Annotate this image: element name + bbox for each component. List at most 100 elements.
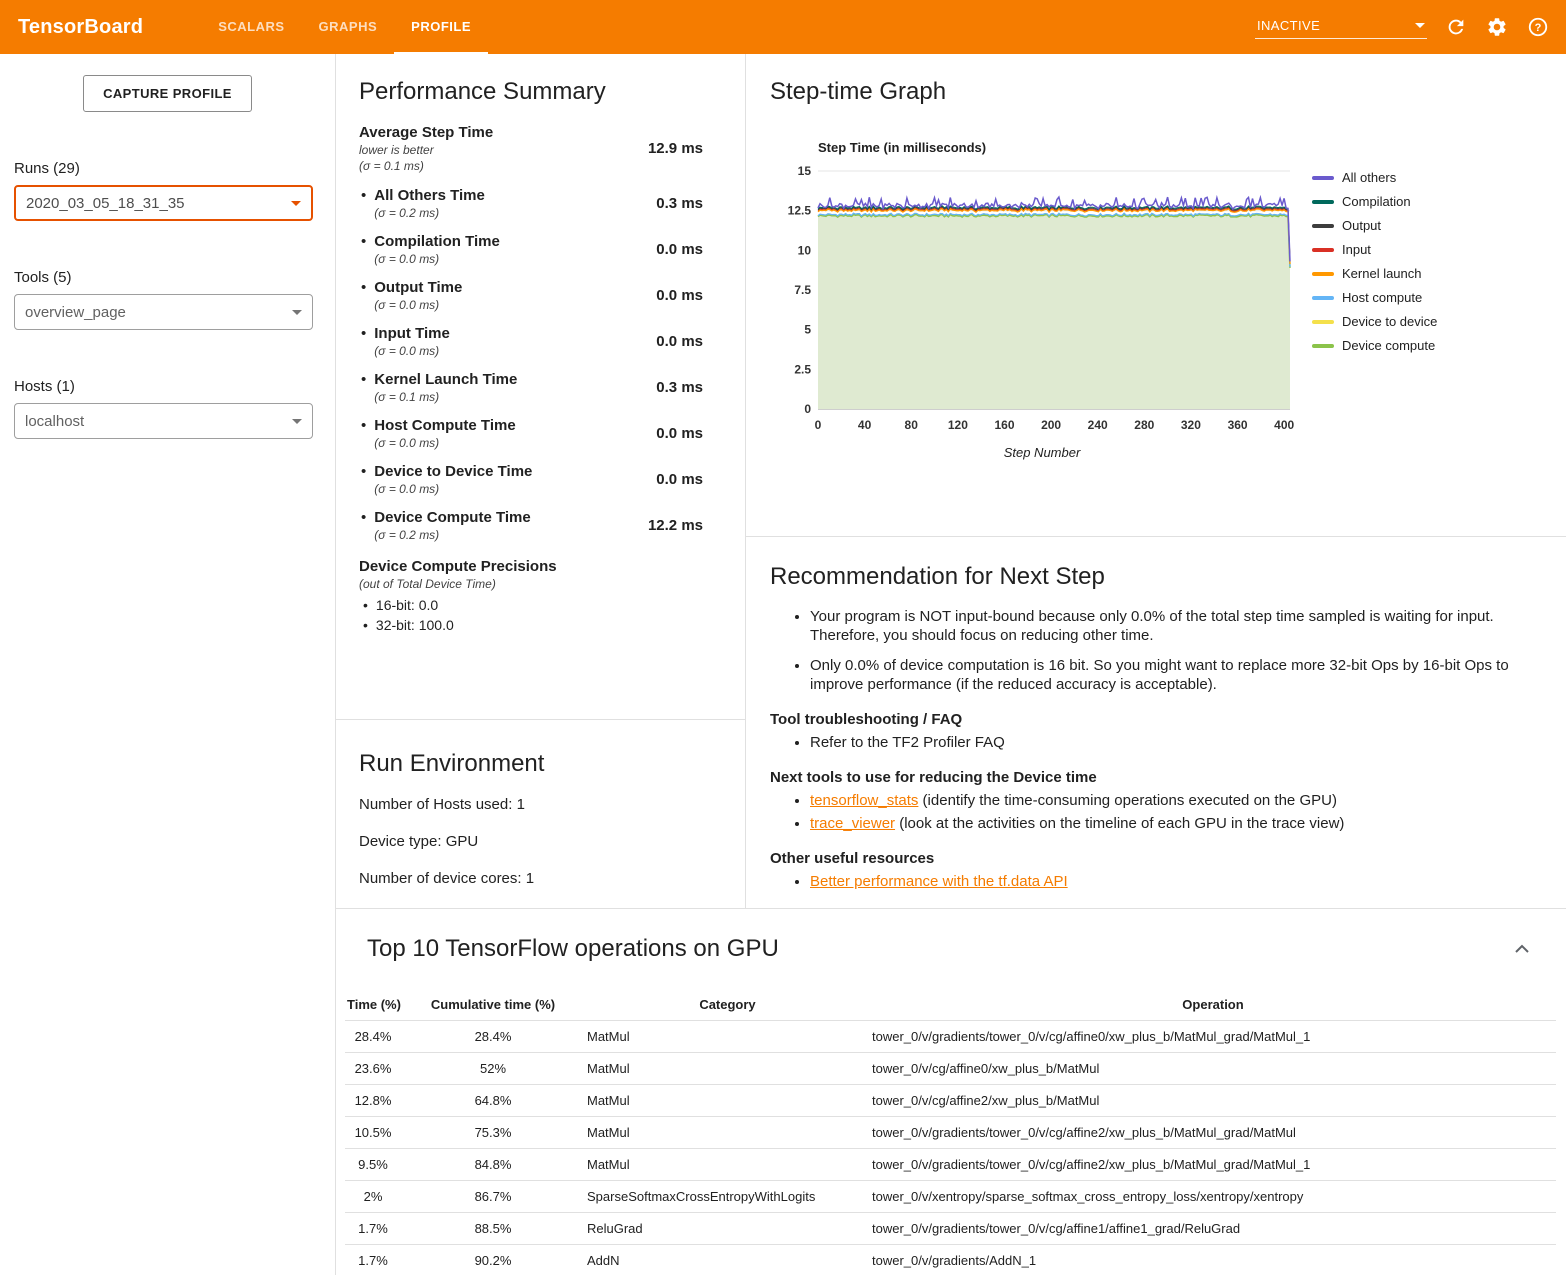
time-cell: 1.7% [345, 1213, 401, 1245]
perf-item-value: 0.0 ms [656, 425, 703, 442]
time-cell: 9.5% [345, 1149, 401, 1181]
perf-item-sigma: (σ = 0.0 ms) [374, 252, 500, 266]
operation-cell: tower_0/v/xentropy/sparse_softmax_cross_… [870, 1181, 1556, 1213]
refresh-icon[interactable] [1444, 15, 1468, 39]
legend-swatch [1312, 200, 1334, 204]
svg-text:0: 0 [804, 402, 811, 416]
perf-item: •Device Compute Time(σ = 0.2 ms)12.2 ms [359, 509, 745, 542]
rec-section-list: tensorflow_stats (identify the time-cons… [770, 791, 1566, 833]
header-actions: INACTIVE ? [1255, 15, 1566, 39]
step-time-graph-title: Step-time Graph [770, 78, 1566, 106]
status-dropdown[interactable]: INACTIVE [1255, 16, 1427, 39]
status-dropdown-value: INACTIVE [1257, 18, 1320, 33]
svg-text:5: 5 [804, 323, 811, 337]
operation-cell: tower_0/v/gradients/tower_0/v/cg/affine0… [870, 1021, 1556, 1053]
perf-item-labels: All Others Time(σ = 0.2 ms) [374, 187, 485, 220]
precision-item: 16-bit: 0.0 [363, 597, 745, 613]
perf-item: •Host Compute Time(σ = 0.0 ms)0.0 ms [359, 417, 745, 450]
rec-item: Refer to the TF2 Profiler FAQ [810, 733, 1566, 752]
rec-link[interactable]: Better performance with the tf.data API [810, 873, 1068, 890]
table-row: 2%86.7%SparseSoftmaxCrossEntropyWithLogi… [345, 1181, 1556, 1213]
gear-icon[interactable] [1485, 15, 1509, 39]
legend-label: Input [1342, 242, 1371, 257]
legend-label: Device compute [1342, 338, 1435, 353]
perf-item-labels: Host Compute Time(σ = 0.0 ms) [374, 417, 515, 450]
performance-summary-section: Performance Summary Average Step Time lo… [336, 54, 745, 720]
cumulative-cell: 88.5% [401, 1213, 585, 1245]
legend-swatch [1312, 344, 1334, 348]
perf-item-left: •Compilation Time(σ = 0.0 ms) [359, 233, 656, 266]
chevron-up-icon[interactable] [1510, 937, 1534, 966]
main-content: Performance Summary Average Step Time lo… [335, 54, 1566, 1275]
tools-dropdown[interactable]: overview_page [14, 294, 313, 330]
rec-link[interactable]: trace_viewer [810, 815, 895, 832]
column-header: Category [585, 989, 870, 1021]
perf-item: •Compilation Time(σ = 0.0 ms)0.0 ms [359, 233, 745, 266]
category-cell: MatMul [585, 1117, 870, 1149]
svg-text:400: 400 [1274, 418, 1294, 432]
svg-text:40: 40 [858, 418, 872, 432]
legend-swatch [1312, 296, 1334, 300]
table-row: 1.7%90.2%AddNtower_0/v/gradients/AddN_1 [345, 1245, 1556, 1275]
app-title: TensorBoard [18, 16, 143, 39]
rec-link[interactable]: tensorflow_stats [810, 792, 918, 809]
category-cell: MatMul [585, 1085, 870, 1117]
svg-text:?: ? [1535, 22, 1542, 34]
perf-item-labels: Input Time(σ = 0.0 ms) [374, 325, 450, 358]
graph-column: Step-time Graph Step Time (in millisecon… [746, 54, 1566, 908]
svg-text:15: 15 [798, 164, 812, 178]
svg-text:2.5: 2.5 [794, 362, 811, 376]
perf-item-label: Output Time [374, 279, 462, 296]
caret-down-icon [292, 419, 302, 424]
hosts-dropdown[interactable]: localhost [14, 403, 313, 439]
time-cell: 1.7% [345, 1245, 401, 1275]
legend-item: Output [1312, 218, 1437, 233]
operation-cell: tower_0/v/gradients/AddN_1 [870, 1245, 1556, 1275]
tab-scalars[interactable]: SCALARS [201, 0, 301, 54]
legend-swatch [1312, 320, 1334, 324]
runs-dropdown[interactable]: 2020_03_05_18_31_35 [14, 185, 313, 221]
perf-item-value: 0.0 ms [656, 241, 703, 258]
runs-dropdown-value: 2020_03_05_18_31_35 [26, 195, 185, 212]
time-cell: 2% [345, 1181, 401, 1213]
chart-title: Step Time (in milliseconds) [818, 140, 1304, 155]
perf-item-label: Kernel Launch Time [374, 371, 517, 388]
chart-xlabel: Step Number [780, 445, 1304, 460]
top-ops-tbody: 28.4%28.4%MatMultower_0/v/gradients/towe… [345, 1021, 1556, 1275]
cumulative-cell: 64.8% [401, 1085, 585, 1117]
perf-item-labels: Output Time(σ = 0.0 ms) [374, 279, 462, 312]
category-cell: AddN [585, 1245, 870, 1275]
rec-item: tensorflow_stats (identify the time-cons… [810, 791, 1566, 810]
category-cell: MatMul [585, 1053, 870, 1085]
perf-item-sigma: (σ = 0.0 ms) [374, 344, 450, 358]
capture-profile-button[interactable]: CAPTURE PROFILE [83, 75, 252, 112]
tensorboard-app: TensorBoard SCALARSGRAPHSPROFILE INACTIV… [0, 0, 1566, 1275]
svg-text:0: 0 [815, 418, 822, 432]
rec-section-heading: Other useful resources [770, 850, 1566, 867]
tab-profile[interactable]: PROFILE [394, 0, 488, 54]
time-cell: 12.8% [345, 1085, 401, 1117]
rec-section-list: Better performance with the tf.data API [770, 872, 1566, 891]
help-icon[interactable]: ? [1526, 15, 1550, 39]
top-ops-thead: Time (%)Cumulative time (%)CategoryOpera… [345, 989, 1556, 1021]
perf-item-sigma: (σ = 0.0 ms) [374, 482, 532, 496]
perf-item-label: Device to Device Time [374, 463, 532, 480]
svg-text:360: 360 [1228, 418, 1248, 432]
precision-item: 32-bit: 100.0 [363, 617, 745, 633]
perf-item-label: Compilation Time [374, 233, 500, 250]
category-cell: SparseSoftmaxCrossEntropyWithLogits [585, 1181, 870, 1213]
category-cell: MatMul [585, 1021, 870, 1053]
operation-cell: tower_0/v/gradients/tower_0/v/cg/affine2… [870, 1117, 1556, 1149]
operation-cell: tower_0/v/gradients/tower_0/v/cg/affine2… [870, 1149, 1556, 1181]
cumulative-cell: 84.8% [401, 1149, 585, 1181]
perf-item: •Input Time(σ = 0.0 ms)0.0 ms [359, 325, 745, 358]
legend-label: Compilation [1342, 194, 1411, 209]
tab-graphs[interactable]: GRAPHS [302, 0, 395, 54]
perf-item: •All Others Time(σ = 0.2 ms)0.3 ms [359, 187, 745, 220]
tools-label: Tools (5) [14, 269, 335, 286]
operation-cell: tower_0/v/cg/affine2/xw_plus_b/MatMul [870, 1085, 1556, 1117]
legend-item: Device to device [1312, 314, 1437, 329]
average-step-time-value: 12.9 ms [648, 140, 703, 157]
perf-item-value: 0.0 ms [656, 333, 703, 350]
svg-text:80: 80 [905, 418, 919, 432]
